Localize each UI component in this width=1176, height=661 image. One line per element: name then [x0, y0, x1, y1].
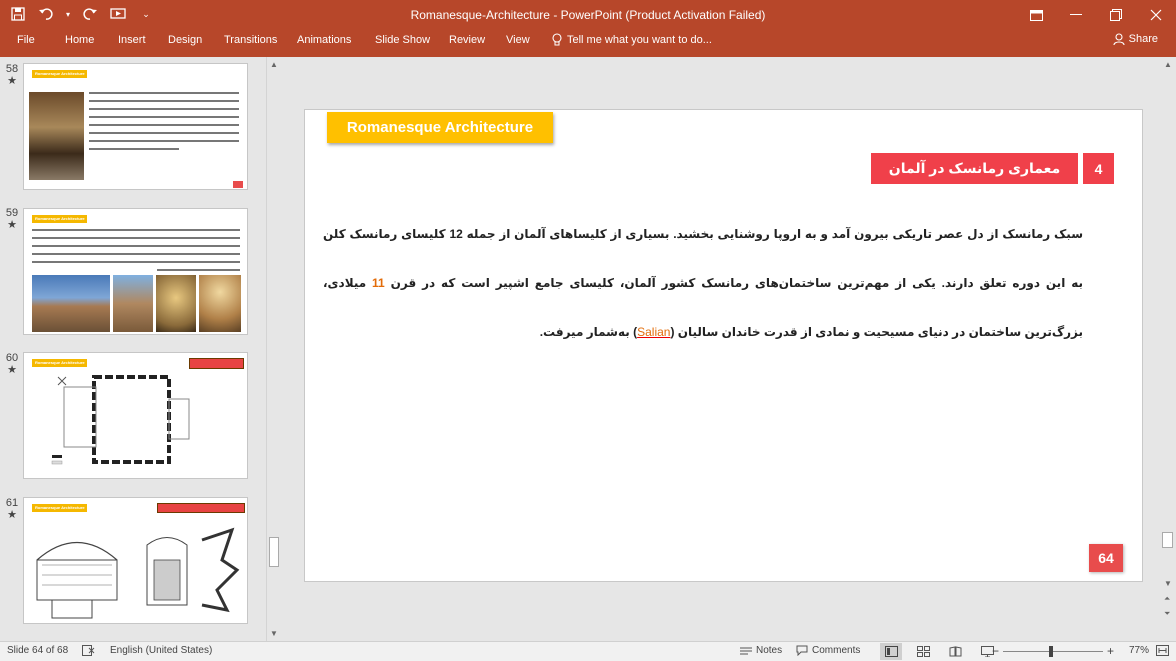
- tab-file[interactable]: File: [17, 34, 35, 46]
- reading-view-icon[interactable]: [944, 643, 966, 660]
- thumbnail-banner: Romanesque Architecture: [32, 359, 87, 367]
- thumbnail-text-lines: [32, 229, 240, 277]
- slide-thumbnail-pane: 58 ★ Romanesque Architecture 59 ★ Romanesq…: [0, 57, 265, 641]
- person-icon: [1113, 33, 1125, 45]
- close-icon[interactable]: [1136, 0, 1176, 30]
- share-button[interactable]: Share: [1113, 33, 1158, 45]
- comment-icon: [796, 645, 808, 656]
- tab-insert[interactable]: Insert: [118, 34, 146, 46]
- slide-thumbnail-58[interactable]: Romanesque Architecture: [23, 63, 248, 190]
- scroll-up-icon[interactable]: ▲: [270, 60, 278, 69]
- tell-me-text: Tell me what you want to do...: [567, 33, 712, 46]
- animation-star-icon: ★: [7, 509, 17, 521]
- tab-transitions[interactable]: Transitions: [224, 34, 277, 46]
- church-tower-image: [113, 275, 153, 332]
- zoom-slider-knob[interactable]: [1049, 646, 1053, 657]
- title-bar: ▾ ⌄ Romanesque-Architecture - PowerPoint…: [0, 0, 1176, 30]
- window-controls: [1016, 0, 1176, 30]
- thumbnail-red-label: [189, 358, 244, 369]
- zoom-in-icon[interactable]: +: [1107, 644, 1114, 658]
- zoom-slider[interactable]: [1003, 651, 1103, 652]
- zoom-out-icon[interactable]: −: [992, 644, 999, 658]
- scroll-thumb[interactable]: [1162, 532, 1173, 548]
- thumbnail-banner: Romanesque Architecture: [32, 504, 87, 512]
- tab-slide-show[interactable]: Slide Show: [375, 34, 430, 46]
- language-indicator[interactable]: English (United States): [110, 645, 212, 656]
- thumbnail-banner: Romanesque Architecture: [32, 215, 87, 223]
- animation-star-icon: ★: [7, 219, 17, 231]
- notes-button[interactable]: Notes: [740, 645, 782, 656]
- thumbnail-text-lines: [89, 92, 239, 156]
- comments-button[interactable]: Comments: [796, 645, 860, 656]
- tab-design[interactable]: Design: [168, 34, 202, 46]
- thumbnail-number-61: 61 ★: [5, 497, 19, 521]
- scroll-down-icon[interactable]: ▼: [270, 629, 278, 638]
- floor-plan-drawing: [51, 375, 190, 465]
- thumbnail-red-label: [157, 503, 245, 513]
- spellcheck-icon[interactable]: [82, 645, 95, 656]
- spellcheck-word: Salian: [637, 325, 671, 339]
- tab-view[interactable]: View: [506, 34, 530, 46]
- thumbnail-number-60: 60 ★: [5, 352, 19, 376]
- share-label: Share: [1128, 33, 1158, 45]
- maximize-icon[interactable]: [1096, 0, 1136, 30]
- dome-interior-image: [156, 275, 196, 332]
- thumbnail-page-badge: [233, 181, 243, 188]
- ribbon-display-options-icon[interactable]: [1016, 0, 1056, 30]
- zoom-level[interactable]: 77%: [1129, 645, 1149, 656]
- cathedral-interior-image: [29, 92, 84, 180]
- slide-canvas[interactable]: Romanesque Architecture معماری رمانسک در…: [304, 109, 1143, 582]
- previous-slide-icon[interactable]: ⏶: [1164, 594, 1170, 604]
- thumbnail-number-59: 59 ★: [5, 207, 19, 231]
- tab-review[interactable]: Review: [449, 34, 485, 46]
- tab-home[interactable]: Home: [65, 34, 94, 46]
- slide-sorter-icon[interactable]: [912, 643, 934, 660]
- minimize-icon[interactable]: [1056, 0, 1096, 30]
- tab-animations[interactable]: Animations: [297, 34, 351, 46]
- normal-view-icon[interactable]: [880, 643, 902, 660]
- scroll-down-icon[interactable]: ▼: [1164, 579, 1172, 588]
- lightbulb-icon: [552, 33, 562, 46]
- slide-body-text[interactable]: سبک رمانسک از دل عصر تاریکی بیرون آمد و …: [323, 210, 1083, 357]
- scroll-thumb[interactable]: [269, 537, 279, 567]
- slide-thumbnail-60[interactable]: Romanesque Architecture: [23, 352, 248, 479]
- notes-icon: [740, 647, 752, 654]
- thumbnail-banner: Romanesque Architecture: [32, 70, 87, 78]
- next-slide-icon[interactable]: ⏷: [1164, 609, 1170, 619]
- architectural-drawings: [36, 527, 240, 619]
- slide-scrollbar[interactable]: ▲ ▼ ⏶ ⏷: [1160, 57, 1176, 641]
- animation-star-icon: ★: [7, 75, 17, 87]
- scroll-up-icon[interactable]: ▲: [1164, 60, 1172, 69]
- animation-star-icon: ★: [7, 364, 17, 376]
- tell-me-box[interactable]: Tell me what you want to do...: [552, 33, 712, 46]
- slide-thumbnail-59[interactable]: Romanesque Architecture: [23, 208, 248, 335]
- status-bar: Slide 64 of 68 English (United States) N…: [0, 641, 1176, 661]
- highlight-number: 11: [372, 276, 385, 290]
- slide-heading[interactable]: معماری رمانسک در آلمان: [871, 153, 1078, 184]
- slide-thumbnail-61[interactable]: Romanesque Architecture: [23, 497, 248, 624]
- slide-page-number[interactable]: 64: [1089, 544, 1123, 572]
- fit-slide-icon[interactable]: [1156, 645, 1169, 656]
- heading-number[interactable]: 4: [1083, 153, 1114, 184]
- slide-banner[interactable]: Romanesque Architecture: [327, 112, 553, 143]
- dome-detail-image: [199, 275, 241, 332]
- thumbnail-scrollbar[interactable]: ▲ ▼: [266, 57, 281, 641]
- window-title: Romanesque-Architecture - PowerPoint (Pr…: [410, 8, 766, 22]
- slide-count[interactable]: Slide 64 of 68: [7, 645, 68, 656]
- ribbon-tab-bar: File Home Insert Design Transitions Anim…: [0, 30, 1176, 57]
- thumbnail-number-58: 58 ★: [5, 63, 19, 87]
- church-exterior-image: [32, 275, 110, 332]
